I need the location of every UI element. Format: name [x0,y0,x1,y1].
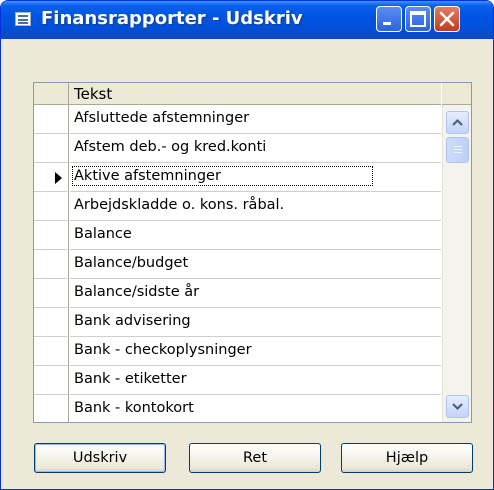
list-item[interactable]: Bank - etiketter [34,366,441,395]
column-header-tekst[interactable]: Tekst [70,83,441,104]
list-item-text[interactable]: Balance/budget [70,250,441,279]
row-selector[interactable] [34,366,69,395]
list-item[interactable]: Bank advisering [34,308,441,337]
list-item[interactable]: Arbejdskladde o. kons. råbal. [34,192,441,221]
close-icon [439,11,455,27]
list-item-text[interactable]: Bank - kontokort [70,395,441,422]
list-item[interactable]: Bank - kontokort [34,395,441,422]
row-selector[interactable] [34,308,69,337]
scroll-down-button[interactable] [446,395,469,418]
list-item-label: Balance/sidste år [74,284,200,300]
list-item-text[interactable]: Bank - etiketter [70,366,441,395]
row-selector[interactable] [34,279,69,308]
print-button-label: Udskriv [72,450,128,466]
row-selector[interactable] [34,337,69,366]
list-item[interactable]: Balance/sidste år [34,279,441,308]
list-item[interactable]: Balance/budget [34,250,441,279]
row-selector[interactable] [34,250,69,279]
list-item-text[interactable]: Afsluttede afstemninger [70,105,441,134]
list-item-label: Balance [74,226,132,242]
list-item[interactable]: Afstem deb.- og kred.konti [34,134,441,163]
list-item-text[interactable]: Aktive afstemninger [70,163,441,192]
list-item-label: Bank - kontokort [74,400,194,416]
list-header: Tekst [34,83,441,105]
list-item-label: Afstem deb.- og kred.konti [74,139,267,155]
list-item-label: Bank - etiketter [74,371,187,387]
row-selector[interactable] [34,163,69,192]
minimize-button[interactable] [376,6,402,32]
title-bar[interactable]: Finansrapporter - Udskriv [1,1,493,39]
chevron-up-icon [452,118,463,126]
scroll-thumb[interactable] [446,137,469,163]
help-button[interactable]: Hjælp [341,443,473,473]
vertical-scrollbar[interactable] [442,105,471,422]
minimize-icon [383,22,391,25]
row-selector[interactable] [34,105,69,134]
row-selector[interactable] [34,134,69,163]
list-item[interactable]: Bank - checkoplysninger [34,337,441,366]
scrollbar-header-spacer [442,83,471,105]
report-list[interactable]: Tekst Afsluttede afstemninger Afstem deb.… [33,82,472,423]
list-item-label: Aktive afstemninger [72,166,373,186]
help-button-label: Hjælp [385,450,429,466]
list-item-label: Bank advisering [74,313,191,329]
row-selector[interactable] [34,221,69,250]
list-item-label: Arbejdskladde o. kons. råbal. [74,197,285,213]
edit-button-label: Ret [242,450,268,466]
edit-button[interactable]: Ret [189,443,321,473]
list-item-text[interactable]: Afstem deb.- og kred.konti [70,134,441,163]
maximize-button[interactable] [405,6,431,32]
row-selector[interactable] [34,192,69,221]
list-item-text[interactable]: Bank - checkoplysninger [70,337,441,366]
maximize-icon [410,11,426,27]
list-item[interactable]: Balance [34,221,441,250]
print-button[interactable]: Udskriv [34,443,166,473]
list-item-text[interactable]: Arbejdskladde o. kons. råbal. [70,192,441,221]
list-item-text[interactable]: Balance [70,221,441,250]
list-item[interactable]: Afsluttede afstemninger [34,105,441,134]
close-button[interactable] [434,6,460,32]
chevron-down-icon [452,403,463,411]
scroll-up-button[interactable] [446,111,469,134]
header-selector-cell [34,83,69,104]
list-item-text[interactable]: Balance/sidste år [70,279,441,308]
current-row-arrow-icon [55,172,62,184]
row-selector[interactable] [34,395,69,422]
list-item-label: Afsluttede afstemninger [74,110,250,126]
list-item[interactable]: Aktive afstemninger [34,163,441,192]
table-window-icon [15,12,31,26]
window-title: Finansrapporter - Udskriv [41,8,303,29]
list-item-label: Balance/budget [74,255,189,271]
list-item-text[interactable]: Bank advisering [70,308,441,337]
list-item-label: Bank - checkoplysninger [74,342,252,358]
report-window: Finansrapporter - Udskriv Tekst Afslutte… [0,0,494,490]
